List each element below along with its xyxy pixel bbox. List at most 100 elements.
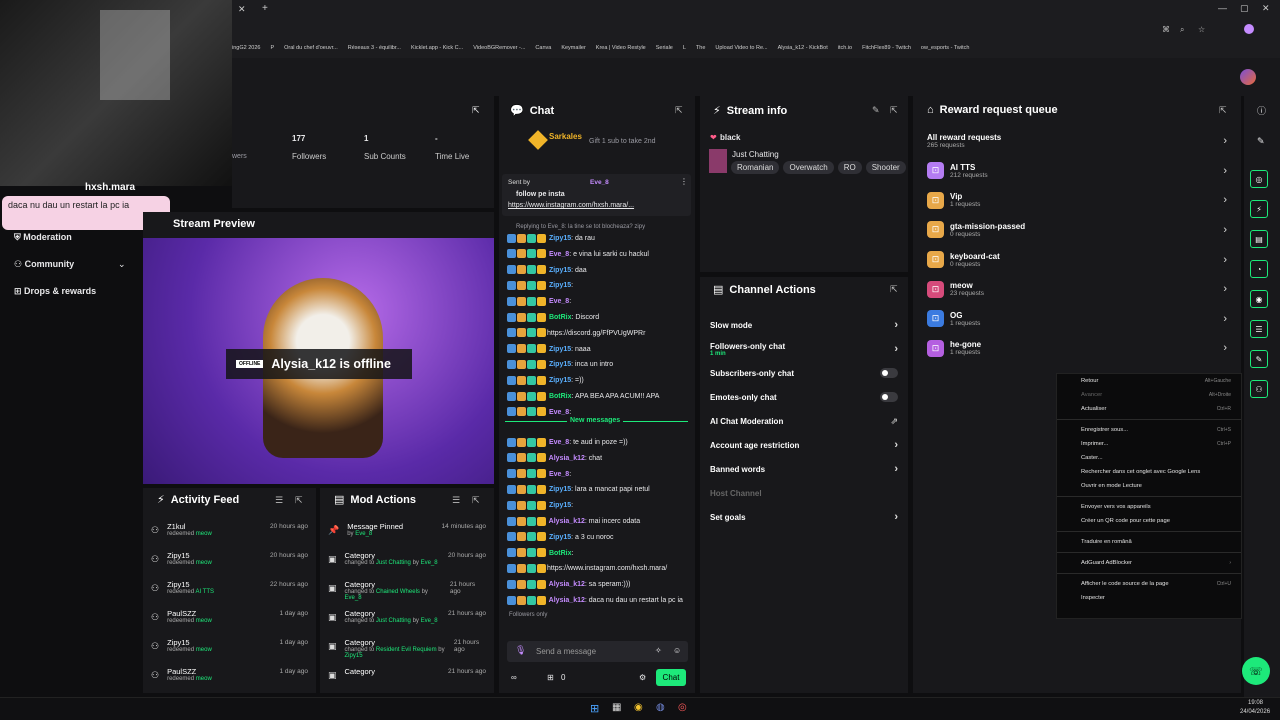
- context-menu-item[interactable]: Actualiser Ctrl+R: [1057, 402, 1241, 416]
- maximize-icon[interactable]: ▢: [1240, 3, 1249, 14]
- context-menu-item[interactable]: Imprimer... Ctrl+P: [1057, 437, 1241, 451]
- window-close-icon[interactable]: ✕: [1262, 3, 1270, 14]
- nav-community[interactable]: ⚇ Community: [14, 259, 74, 270]
- channel-action-row[interactable]: Emotes-only chat: [700, 385, 908, 409]
- bookmark-item[interactable]: Upload Video to Re...: [715, 45, 767, 51]
- chrome-icon[interactable]: ◉: [634, 702, 643, 713]
- app-icon[interactable]: ◎: [678, 702, 687, 713]
- popout-icon[interactable]: ⇱: [472, 105, 480, 116]
- chat-username[interactable]: Alysia_k12: [547, 455, 585, 462]
- target-icon[interactable]: ◎: [1250, 170, 1268, 188]
- context-menu-item[interactable]: Caster...: [1057, 451, 1241, 465]
- bookmark-item[interactable]: Krea | Video Restyle: [596, 45, 646, 51]
- bookmark-item[interactable]: Seriale: [656, 45, 673, 51]
- chat-username[interactable]: Zipy15: [547, 267, 571, 274]
- popout-icon[interactable]: ⇱: [675, 105, 683, 116]
- popout-icon[interactable]: ⇱: [472, 495, 480, 506]
- bookmark-item[interactable]: ow_esports - Twitch: [921, 45, 970, 51]
- bookmark-item[interactable]: Alysia_k12 - KickBot: [778, 45, 828, 51]
- channel-action-row[interactable]: Banned words ›: [700, 457, 908, 481]
- chat-bubble-icon[interactable]: ◔: [1250, 260, 1268, 278]
- context-menu-item[interactable]: Inspecter: [1057, 591, 1241, 605]
- context-menu-item[interactable]: Retour Alt+Gauche: [1057, 374, 1241, 388]
- gift-sub-text[interactable]: Gift 1 sub to take 2nd: [589, 138, 656, 145]
- all-reward-requests[interactable]: All reward requests 265 requests ›: [913, 126, 1241, 156]
- stream-tag[interactable]: Romanian: [731, 161, 780, 174]
- context-menu-item[interactable]: AdGuard AdBlocker ›: [1057, 556, 1241, 570]
- chat-username[interactable]: Zipy15: [547, 282, 571, 289]
- reward-item[interactable]: ⊡ meow 23 requests ›: [913, 274, 1241, 304]
- bookmark-item[interactable]: VideoBGRemover -...: [473, 45, 525, 51]
- filter-icon[interactable]: ☰: [275, 495, 283, 506]
- chat-username[interactable]: Zipy15: [547, 486, 571, 493]
- chat-username[interactable]: Zipy15: [547, 346, 571, 353]
- pen-icon[interactable]: ✎: [1257, 136, 1265, 147]
- new-tab-icon[interactable]: +: [262, 3, 268, 14]
- reward-item[interactable]: ⊡ he-gone 1 requests ›: [913, 334, 1241, 364]
- people-icon[interactable]: ⚇: [1250, 380, 1268, 398]
- channel-action-row[interactable]: AI Chat Moderation ⇗: [700, 409, 908, 433]
- chat-username[interactable]: Eve_8: [547, 251, 569, 258]
- popout-icon[interactable]: ⇱: [295, 495, 303, 506]
- chat-username[interactable]: BotRix: [547, 393, 572, 400]
- wrench-icon[interactable]: ✎: [1250, 350, 1268, 368]
- bookmark-item[interactable]: Kicklet.app - Kick C...: [411, 45, 463, 51]
- bookmark-item[interactable]: The: [696, 45, 705, 51]
- chat-username[interactable]: Zipy15: [547, 361, 571, 368]
- bookmark-item[interactable]: L: [683, 45, 686, 51]
- stream-tag[interactable]: Overwatch: [783, 161, 834, 174]
- user-avatar[interactable]: [1240, 69, 1256, 85]
- support-chat-button[interactable]: ☏: [1242, 657, 1270, 685]
- chat-username[interactable]: Alysia_k12: [547, 581, 585, 588]
- address-bar[interactable]: ⌘ ⌕ ☆: [232, 20, 1280, 41]
- filter-icon[interactable]: ☰: [452, 495, 460, 506]
- chat-username[interactable]: Alysia_k12: [547, 597, 585, 604]
- edit-icon[interactable]: ✎: [872, 105, 880, 116]
- channel-action-row[interactable]: Subscribers-only chat: [700, 361, 908, 385]
- bookmark-item[interactable]: ingG2 2026: [232, 45, 260, 51]
- chat-username[interactable]: Zipy15: [547, 502, 571, 509]
- chevron-down-icon[interactable]: ⌄: [118, 259, 126, 270]
- bookmark-item[interactable]: itch.io: [838, 45, 852, 51]
- channel-action-row[interactable]: Set goals ›: [700, 505, 908, 529]
- chat-username[interactable]: Zipy15: [547, 377, 571, 384]
- bookmark-item[interactable]: Keymailer: [561, 45, 585, 51]
- reward-item[interactable]: ⊡ gta-mission-passed 0 requests ›: [913, 215, 1241, 245]
- channel-action-row[interactable]: Followers-only chat 1 min ›: [700, 337, 908, 361]
- chat-input[interactable]: 🎙 Send a message ✧ ☺: [507, 641, 688, 662]
- magic-icon[interactable]: ✧: [655, 646, 662, 655]
- toggle-switch[interactable]: [880, 392, 898, 402]
- context-menu-item[interactable]: Enregistrer sous... Ctrl+S: [1057, 423, 1241, 437]
- send-chat-button[interactable]: Chat: [656, 669, 686, 686]
- settings-icon[interactable]: ⚙: [639, 673, 646, 682]
- chat-username[interactable]: BotRix: [547, 314, 572, 321]
- bookmark-item[interactable]: Oral du chef d'oeuvr...: [284, 45, 338, 51]
- context-menu-item[interactable]: Traduire en română: [1057, 535, 1241, 549]
- context-menu-item[interactable]: Envoyer vers vos appareils: [1057, 500, 1241, 514]
- chat-username[interactable]: Eve_8: [547, 298, 569, 305]
- nav-moderation[interactable]: ⛨ Moderation: [14, 232, 72, 243]
- reward-item[interactable]: ⊡ AI TTS 212 requests ›: [913, 156, 1241, 186]
- channel-action-row[interactable]: Account age restriction ›: [700, 433, 908, 457]
- zoom-icon[interactable]: ⌕: [1180, 25, 1184, 35]
- translate-icon[interactable]: ⌘: [1162, 25, 1170, 34]
- channel-action-row[interactable]: Slow mode ›: [700, 313, 908, 337]
- chat-username[interactable]: Alysia_k12: [547, 518, 585, 525]
- reward-item[interactable]: ⊡ Vip 1 requests ›: [913, 186, 1241, 216]
- popout-icon[interactable]: ⇱: [890, 284, 898, 295]
- chat-username[interactable]: Zipy15: [547, 235, 571, 242]
- stream-tag[interactable]: RO: [837, 161, 862, 174]
- windows-start-icon[interactable]: ⊞: [590, 702, 599, 715]
- discord-icon[interactable]: ◍: [656, 702, 665, 713]
- chat-username[interactable]: Eve_8: [547, 439, 569, 446]
- mic-icon[interactable]: 🎙: [515, 645, 526, 656]
- files-icon[interactable]: ▦: [612, 702, 621, 713]
- document-icon[interactable]: ▤: [1250, 230, 1268, 248]
- emoji-icon[interactable]: ☺: [673, 646, 681, 655]
- bookmark-item[interactable]: Canva: [535, 45, 551, 51]
- nav-drops[interactable]: ⊞ Drops & rewards: [14, 286, 96, 297]
- context-menu-item[interactable]: Afficher le code source de la page Ctrl+U: [1057, 577, 1241, 591]
- bookmark-item[interactable]: P: [270, 45, 274, 51]
- reward-item[interactable]: ⊡ OG 1 requests ›: [913, 304, 1241, 334]
- chat-username[interactable]: Zipy15: [547, 534, 571, 541]
